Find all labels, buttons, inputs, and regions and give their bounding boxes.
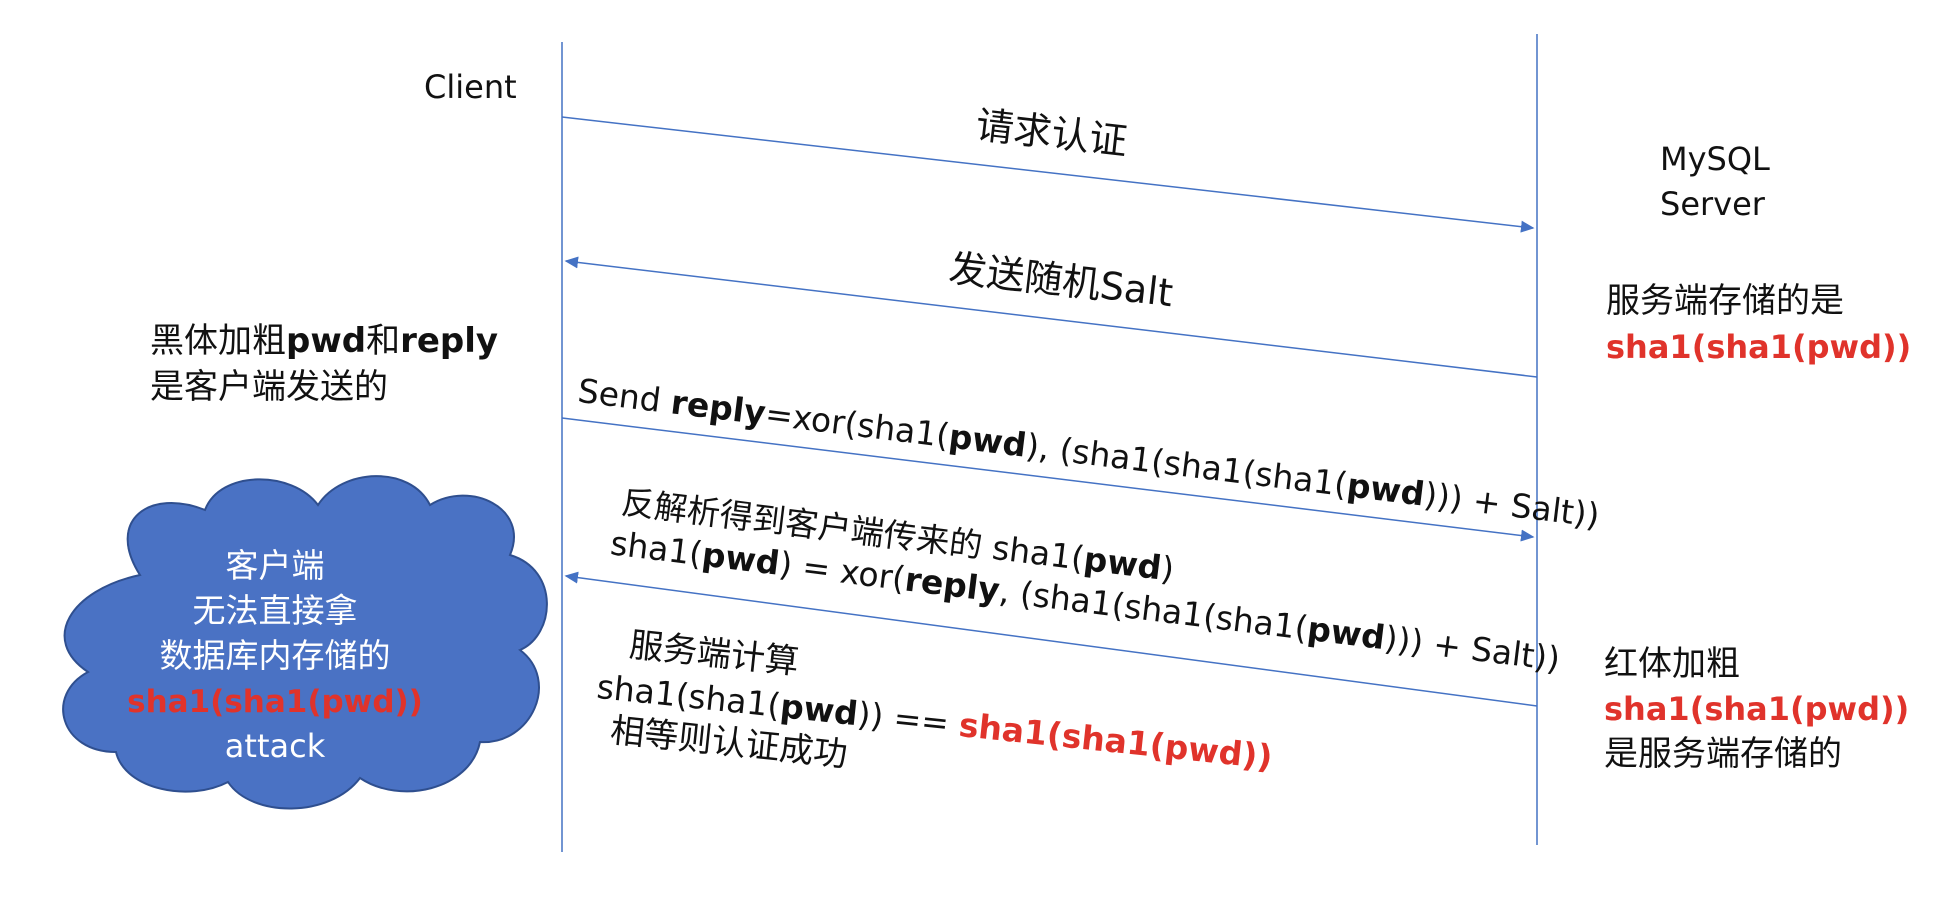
note-red-bold-line3: 是服务端存储的 — [1604, 734, 1842, 774]
cloud-line1: 客户端 — [226, 546, 325, 585]
sequence-diagram: Client MySQL Server 请求认证 发送随机Salt Send r… — [62, 34, 1911, 852]
note-server-stores-line2: sha1(sha1(pwd)) — [1606, 328, 1911, 366]
msg-request-auth: 请求认证 — [974, 103, 1130, 164]
note-red-bold-line2: sha1(sha1(pwd)) — [1604, 690, 1909, 728]
note-server-stores-line1: 服务端存储的是 — [1606, 281, 1844, 321]
note-left-line1: 黑体加粗pwd和reply — [150, 321, 498, 361]
cloud-line2: 无法直接拿 — [193, 591, 358, 630]
server-label-line1: MySQL — [1660, 140, 1770, 178]
server-label-line2: Server — [1660, 185, 1766, 223]
note-red-bold-line1: 红体加粗 — [1604, 644, 1740, 684]
note-left-line2: 是客户端发送的 — [150, 367, 388, 407]
attack-cloud: 客户端 无法直接拿 数据库内存储的 sha1(sha1(pwd)) attack — [62, 475, 548, 810]
cloud-line3: 数据库内存储的 — [160, 636, 391, 675]
cloud-line5: attack — [225, 727, 326, 765]
msg-send-salt: 发送随机Salt — [947, 246, 1175, 315]
client-label: Client — [424, 68, 517, 106]
cloud-line4: sha1(sha1(pwd)) — [127, 684, 423, 720]
